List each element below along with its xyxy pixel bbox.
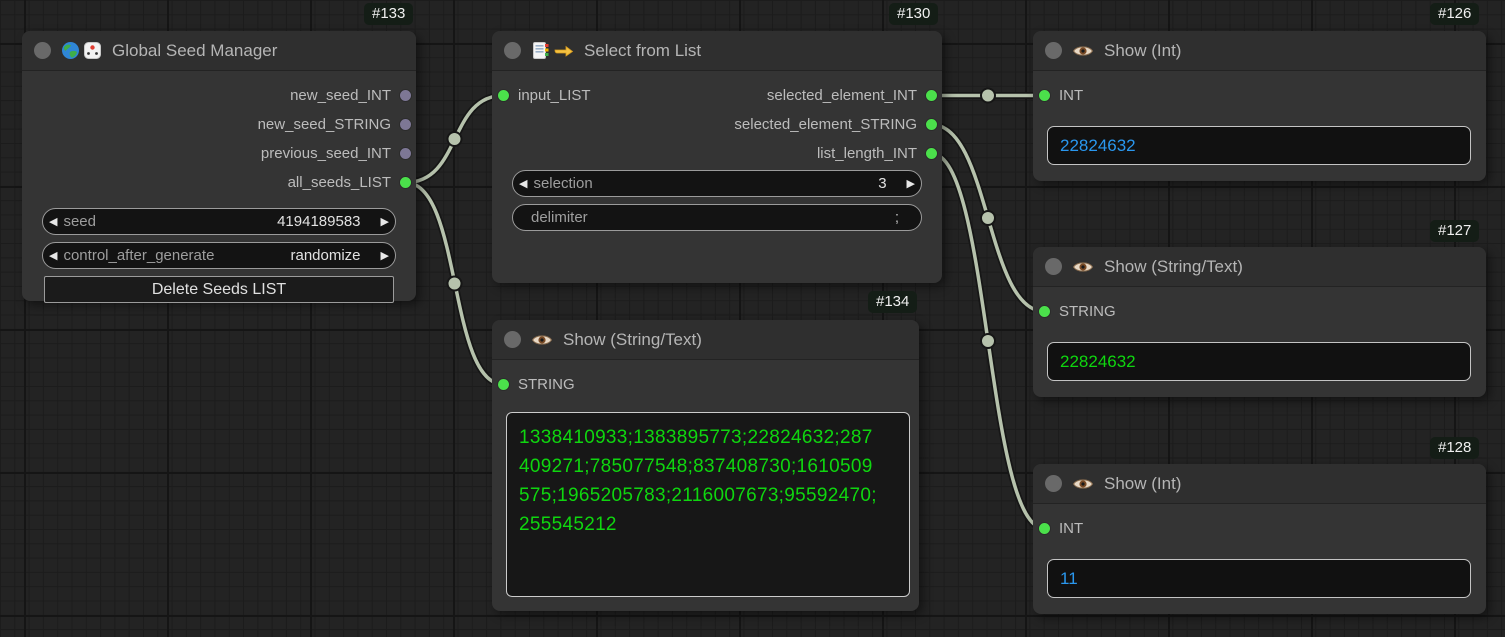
link-midpoint-dot: [448, 132, 462, 146]
increment-arrow-icon[interactable]: ▶: [375, 215, 395, 228]
collapse-toggle[interactable]: [1045, 258, 1062, 275]
node-id-badge: #133: [364, 3, 413, 25]
node-titlebar[interactable]: Select from List: [492, 31, 942, 71]
increment-arrow-icon[interactable]: ▶: [375, 249, 395, 262]
collapse-toggle[interactable]: [1045, 475, 1062, 492]
node-show-string-134[interactable]: Show (String/Text) STRING 1338410933;138…: [492, 320, 919, 611]
collapse-toggle[interactable]: [504, 331, 521, 348]
node-titlebar[interactable]: Show (String/Text): [1033, 247, 1486, 287]
delete-seeds-list-button[interactable]: Delete Seeds LIST: [44, 276, 394, 303]
output-slot-selected-element-string: selected_element_STRING: [492, 110, 942, 139]
output-slot-dot[interactable]: [399, 176, 412, 189]
control-after-generate-value: randomize: [290, 247, 360, 264]
eye-icon: [1072, 259, 1094, 275]
node-titlebar[interactable]: Show (Int): [1033, 31, 1486, 71]
node-title: Show (String/Text): [1104, 257, 1243, 277]
node-graph-canvas[interactable]: #133 #130 #126 #127 #128 #134 Global See…: [0, 0, 1505, 637]
input-slot-string: STRING: [1033, 297, 1486, 326]
output-slot-all-seeds-list: all_seeds_LIST: [22, 168, 416, 197]
node-title: Show (Int): [1104, 474, 1181, 494]
seed-value: 4194189583: [277, 213, 360, 230]
eye-icon: [1072, 476, 1094, 492]
node-title: Show (String/Text): [563, 330, 702, 350]
value-display-box[interactable]: 22824632: [1047, 126, 1471, 165]
node-id-badge: #130: [889, 3, 938, 25]
input-slot-int: INT: [1033, 81, 1486, 110]
node-title: Show (Int): [1104, 41, 1181, 61]
decrement-arrow-icon[interactable]: ◀: [43, 215, 63, 228]
node-show-int-128[interactable]: Show (Int) INT 11: [1033, 464, 1486, 614]
value-display-box[interactable]: 22824632: [1047, 342, 1471, 381]
node-title: Select from List: [584, 41, 701, 61]
decrement-arrow-icon[interactable]: ◀: [43, 249, 63, 262]
delimiter-value: ;: [895, 209, 899, 226]
node-titlebar[interactable]: Global Seed Manager: [22, 31, 416, 71]
output-slot-dot[interactable]: [925, 147, 938, 160]
node-show-int-126[interactable]: Show (Int) INT 22824632: [1033, 31, 1486, 181]
output-slot-new-seed-int: new_seed_INT: [22, 81, 416, 110]
link-midpoint-dot: [981, 334, 995, 348]
input-slot-string: STRING: [492, 370, 919, 399]
input-slot-int: INT: [1033, 514, 1486, 543]
selection-value: 3: [878, 175, 886, 192]
output-slot-dot[interactable]: [925, 118, 938, 131]
dice-icon: [83, 41, 102, 60]
input-slot-dot[interactable]: [497, 89, 510, 102]
collapse-toggle[interactable]: [34, 42, 51, 59]
node-titlebar[interactable]: Show (String/Text): [492, 320, 919, 360]
collapse-toggle[interactable]: [504, 42, 521, 59]
delimiter-widget[interactable]: delimiter ;: [512, 204, 922, 231]
increment-arrow-icon[interactable]: ▶: [901, 177, 921, 190]
link-midpoint-dot: [981, 211, 995, 225]
node-select-from-list[interactable]: Select from List input_LIST selected_ele…: [492, 31, 942, 283]
collapse-toggle[interactable]: [1045, 42, 1062, 59]
output-slot-new-seed-string: new_seed_STRING: [22, 110, 416, 139]
eye-icon: [531, 332, 553, 348]
control-after-generate-widget[interactable]: ◀ control_after_generate randomize ▶: [42, 242, 396, 269]
output-slot-dot[interactable]: [399, 89, 412, 102]
input-slot-dot[interactable]: [1038, 89, 1051, 102]
node-show-string-127[interactable]: Show (String/Text) STRING 22824632: [1033, 247, 1486, 397]
int-value: 11: [1060, 569, 1078, 589]
eye-icon: [1072, 43, 1094, 59]
node-id-badge: #126: [1430, 3, 1479, 25]
node-global-seed-manager[interactable]: Global Seed Manager new_seed_INT new_see…: [22, 31, 416, 301]
globe-icon: [61, 41, 80, 60]
output-slot-dot[interactable]: [399, 118, 412, 131]
node-id-badge: #128: [1430, 437, 1479, 459]
int-value: 22824632: [1060, 136, 1136, 156]
value-display-textarea[interactable]: 1338410933;1383895773;22824632;287409271…: [506, 412, 910, 597]
string-value: 22824632: [1060, 352, 1136, 372]
input-slot-dot[interactable]: [1038, 305, 1051, 318]
input-slot-input-list: input_LIST: [497, 87, 591, 104]
bookmark-tabs-icon: [531, 41, 550, 60]
seed-widget[interactable]: ◀ seed 4194189583 ▶: [42, 208, 396, 235]
node-title: Global Seed Manager: [112, 41, 277, 61]
string-list-value: 1338410933;1383895773;22824632;287409271…: [519, 423, 877, 539]
pointing-hand-icon: [553, 41, 574, 60]
node-id-badge: #127: [1430, 220, 1479, 242]
output-slot-dot[interactable]: [399, 147, 412, 160]
output-slot-previous-seed-int: previous_seed_INT: [22, 139, 416, 168]
output-slot-list-length-int: list_length_INT: [492, 139, 942, 168]
input-slot-dot[interactable]: [497, 378, 510, 391]
node-titlebar[interactable]: Show (Int): [1033, 464, 1486, 504]
decrement-arrow-icon[interactable]: ◀: [513, 177, 533, 190]
output-slot-selected-element-int: selected_element_INT: [767, 87, 938, 104]
link-midpoint-dot: [981, 89, 995, 103]
value-display-box[interactable]: 11: [1047, 559, 1471, 598]
link-midpoint-dot: [448, 277, 462, 291]
output-slot-dot[interactable]: [925, 89, 938, 102]
node-id-badge: #134: [868, 291, 917, 313]
input-slot-dot[interactable]: [1038, 522, 1051, 535]
selection-widget[interactable]: ◀ selection 3 ▶: [512, 170, 922, 197]
